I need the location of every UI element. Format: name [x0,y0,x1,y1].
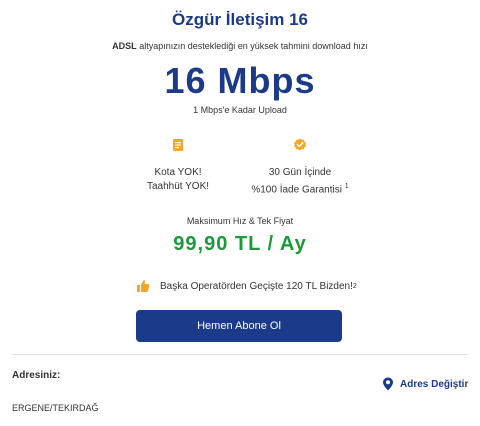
feature-quota: Kota YOK! Taahhüt YOK! [108,138,248,194]
check-badge-icon [294,138,306,151]
footnote-1: 1 [344,183,349,190]
feature-quota-line1: Kota YOK! [154,167,202,178]
promo-line: Başka Operatörden Geçişte 120 TL Bizden!… [136,279,357,293]
subline-adsl: ADSL [112,41,137,51]
subline-text: altyapınızın desteklediği en yüksek tahm… [139,41,368,51]
feature-guarantee-line2: %100 İade Garantisi 1 [230,180,370,197]
feature-quota-line2: Taahhüt YOK! [146,181,210,192]
change-address-link[interactable]: Adres Değiştir [382,377,468,391]
location-pin-icon [383,377,393,391]
feature-guarantee-line1: 30 Gün İçinde [268,167,332,178]
document-icon [173,139,183,151]
plan-upload: 1 Mbps'e Kadar Upload [193,105,287,115]
plan-title: Özgür İletişim 16 [171,10,309,29]
price: 99,90 TL / Ay [173,233,307,255]
footnote-2: 2 [352,282,357,290]
feature-guarantee: 30 Gün İçinde %100 İade Garantisi 1 [230,138,370,197]
change-address-label[interactable]: Adres Değiştir [400,379,468,390]
address-label: Adresiniz: [12,370,61,381]
plan-speed: 16 Mbps [164,60,316,101]
pricing-label: Maksimum Hız & Tek Fiyat [186,216,294,226]
promo-text: Başka Operatörden Geçişte 120 TL Bizden! [160,280,353,292]
subscribe-button[interactable]: Hemen Abone Ol [136,310,342,342]
plan-subline: ADSL altyapınızın desteklediği en yüksek… [0,41,480,51]
thumbs-up-icon [137,280,150,292]
divider [12,354,468,355]
address-value: ERGENE/TEKIRDAĞ [12,403,99,413]
feature-guarantee-line2-text: %100 İade Garantisi [251,184,342,196]
